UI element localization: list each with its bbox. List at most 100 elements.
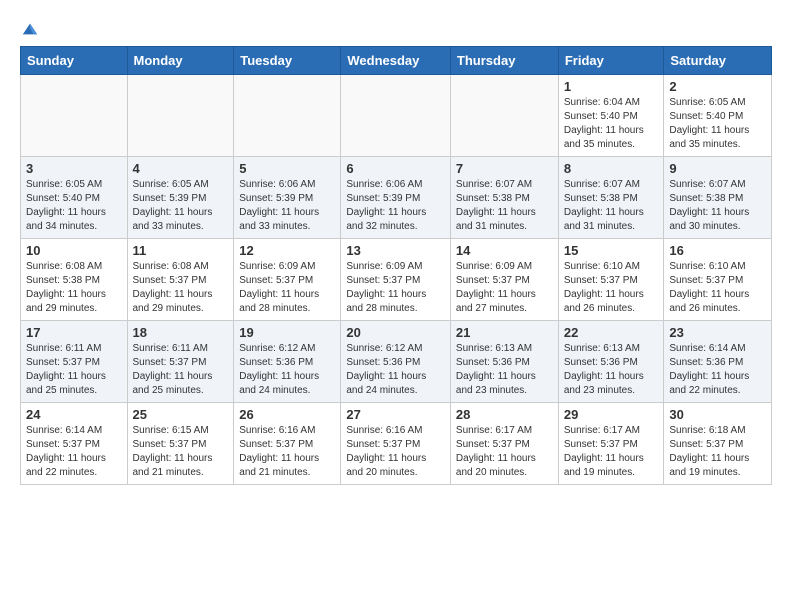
weekday-header-wednesday: Wednesday [341,47,451,75]
day-info: Sunrise: 6:05 AM Sunset: 5:40 PM Dayligh… [669,96,766,152]
day-info: Sunrise: 6:14 AM Sunset: 5:37 PM Dayligh… [26,424,122,480]
day-number: 23 [669,325,766,340]
day-info: Sunrise: 6:14 AM Sunset: 5:36 PM Dayligh… [669,342,766,398]
day-number: 2 [669,79,766,94]
day-number: 18 [133,325,229,340]
calendar-week-row: 24 Sunrise: 6:14 AM Sunset: 5:37 PM Dayli… [21,403,772,485]
calendar-cell: 23 Sunrise: 6:14 AM Sunset: 5:36 PM Dayli… [664,321,772,403]
calendar-cell: 15 Sunrise: 6:10 AM Sunset: 5:37 PM Dayli… [558,239,664,321]
day-number: 20 [346,325,445,340]
day-number: 25 [133,407,229,422]
calendar-cell [341,75,451,157]
day-number: 21 [456,325,553,340]
calendar-cell: 18 Sunrise: 6:11 AM Sunset: 5:37 PM Dayli… [127,321,234,403]
calendar-table: SundayMondayTuesdayWednesdayThursdayFrid… [20,46,772,485]
calendar-cell: 21 Sunrise: 6:13 AM Sunset: 5:36 PM Dayli… [450,321,558,403]
calendar-cell: 8 Sunrise: 6:07 AM Sunset: 5:38 PM Daylig… [558,157,664,239]
day-number: 30 [669,407,766,422]
day-number: 24 [26,407,122,422]
day-number: 15 [564,243,659,258]
calendar-cell: 28 Sunrise: 6:17 AM Sunset: 5:37 PM Dayli… [450,403,558,485]
day-number: 14 [456,243,553,258]
header [20,16,772,36]
day-info: Sunrise: 6:13 AM Sunset: 5:36 PM Dayligh… [456,342,553,398]
weekday-header-tuesday: Tuesday [234,47,341,75]
day-info: Sunrise: 6:08 AM Sunset: 5:38 PM Dayligh… [26,260,122,316]
day-info: Sunrise: 6:07 AM Sunset: 5:38 PM Dayligh… [456,178,553,234]
day-number: 16 [669,243,766,258]
day-number: 13 [346,243,445,258]
day-info: Sunrise: 6:12 AM Sunset: 5:36 PM Dayligh… [346,342,445,398]
day-info: Sunrise: 6:05 AM Sunset: 5:40 PM Dayligh… [26,178,122,234]
day-info: Sunrise: 6:07 AM Sunset: 5:38 PM Dayligh… [669,178,766,234]
page: SundayMondayTuesdayWednesdayThursdayFrid… [0,0,792,495]
day-info: Sunrise: 6:13 AM Sunset: 5:36 PM Dayligh… [564,342,659,398]
calendar-cell: 1 Sunrise: 6:04 AM Sunset: 5:40 PM Daylig… [558,75,664,157]
calendar-cell: 25 Sunrise: 6:15 AM Sunset: 5:37 PM Dayli… [127,403,234,485]
weekday-header-monday: Monday [127,47,234,75]
day-number: 28 [456,407,553,422]
day-info: Sunrise: 6:09 AM Sunset: 5:37 PM Dayligh… [456,260,553,316]
day-number: 10 [26,243,122,258]
calendar-cell: 4Sunrise: 6:05 AM Sunset: 5:39 PM Daylig… [127,157,234,239]
day-info: Sunrise: 6:12 AM Sunset: 5:36 PM Dayligh… [239,342,335,398]
calendar-week-row: 1 Sunrise: 6:04 AM Sunset: 5:40 PM Daylig… [21,75,772,157]
calendar-cell: 26Sunrise: 6:16 AM Sunset: 5:37 PM Dayli… [234,403,341,485]
day-info: Sunrise: 6:08 AM Sunset: 5:37 PM Dayligh… [133,260,229,316]
day-info: Sunrise: 6:15 AM Sunset: 5:37 PM Dayligh… [133,424,229,480]
calendar-cell: 6 Sunrise: 6:06 AM Sunset: 5:39 PM Daylig… [341,157,451,239]
calendar-cell: 2 Sunrise: 6:05 AM Sunset: 5:40 PM Daylig… [664,75,772,157]
calendar-week-row: 17 Sunrise: 6:11 AM Sunset: 5:37 PM Dayli… [21,321,772,403]
day-number: 17 [26,325,122,340]
day-number: 19 [239,325,335,340]
logo [20,20,39,36]
calendar-cell: 10 Sunrise: 6:08 AM Sunset: 5:38 PM Dayli… [21,239,128,321]
logo-icon [21,20,39,38]
calendar-cell: 27Sunrise: 6:16 AM Sunset: 5:37 PM Dayli… [341,403,451,485]
calendar-cell: 30 Sunrise: 6:18 AM Sunset: 5:37 PM Dayli… [664,403,772,485]
day-number: 1 [564,79,659,94]
day-info: Sunrise: 6:11 AM Sunset: 5:37 PM Dayligh… [26,342,122,398]
day-info: Sunrise: 6:10 AM Sunset: 5:37 PM Dayligh… [564,260,659,316]
calendar-header-row: SundayMondayTuesdayWednesdayThursdayFrid… [21,47,772,75]
day-info: Sunrise: 6:04 AM Sunset: 5:40 PM Dayligh… [564,96,659,152]
calendar-cell: 11 Sunrise: 6:08 AM Sunset: 5:37 PM Dayli… [127,239,234,321]
calendar-week-row: 10 Sunrise: 6:08 AM Sunset: 5:38 PM Dayli… [21,239,772,321]
day-info: Sunrise: 6:16 AM Sunset: 5:37 PM Dayligh… [346,424,445,480]
calendar-cell: 24 Sunrise: 6:14 AM Sunset: 5:37 PM Dayli… [21,403,128,485]
weekday-header-sunday: Sunday [21,47,128,75]
calendar-cell [234,75,341,157]
calendar-cell: 29Sunrise: 6:17 AM Sunset: 5:37 PM Dayli… [558,403,664,485]
day-number: 22 [564,325,659,340]
calendar-cell: 13 Sunrise: 6:09 AM Sunset: 5:37 PM Dayli… [341,239,451,321]
day-number: 3 [26,161,122,176]
day-number: 6 [346,161,445,176]
weekday-header-friday: Friday [558,47,664,75]
weekday-header-thursday: Thursday [450,47,558,75]
day-info: Sunrise: 6:17 AM Sunset: 5:37 PM Dayligh… [456,424,553,480]
day-info: Sunrise: 6:18 AM Sunset: 5:37 PM Dayligh… [669,424,766,480]
calendar-cell: 19 Sunrise: 6:12 AM Sunset: 5:36 PM Dayli… [234,321,341,403]
calendar-cell: 5Sunrise: 6:06 AM Sunset: 5:39 PM Daylig… [234,157,341,239]
weekday-header-saturday: Saturday [664,47,772,75]
day-number: 8 [564,161,659,176]
calendar-cell: 9Sunrise: 6:07 AM Sunset: 5:38 PM Daylig… [664,157,772,239]
day-info: Sunrise: 6:07 AM Sunset: 5:38 PM Dayligh… [564,178,659,234]
day-info: Sunrise: 6:06 AM Sunset: 5:39 PM Dayligh… [346,178,445,234]
day-info: Sunrise: 6:09 AM Sunset: 5:37 PM Dayligh… [346,260,445,316]
day-info: Sunrise: 6:10 AM Sunset: 5:37 PM Dayligh… [669,260,766,316]
calendar-week-row: 3 Sunrise: 6:05 AM Sunset: 5:40 PM Daylig… [21,157,772,239]
calendar-cell: 7 Sunrise: 6:07 AM Sunset: 5:38 PM Daylig… [450,157,558,239]
calendar-cell: 14 Sunrise: 6:09 AM Sunset: 5:37 PM Dayli… [450,239,558,321]
day-number: 11 [133,243,229,258]
calendar-cell [450,75,558,157]
day-info: Sunrise: 6:05 AM Sunset: 5:39 PM Dayligh… [133,178,229,234]
calendar-cell: 20 Sunrise: 6:12 AM Sunset: 5:36 PM Dayli… [341,321,451,403]
day-number: 12 [239,243,335,258]
calendar-cell [127,75,234,157]
calendar-cell: 16 Sunrise: 6:10 AM Sunset: 5:37 PM Dayli… [664,239,772,321]
day-info: Sunrise: 6:11 AM Sunset: 5:37 PM Dayligh… [133,342,229,398]
day-number: 7 [456,161,553,176]
day-info: Sunrise: 6:17 AM Sunset: 5:37 PM Dayligh… [564,424,659,480]
day-number: 5 [239,161,335,176]
